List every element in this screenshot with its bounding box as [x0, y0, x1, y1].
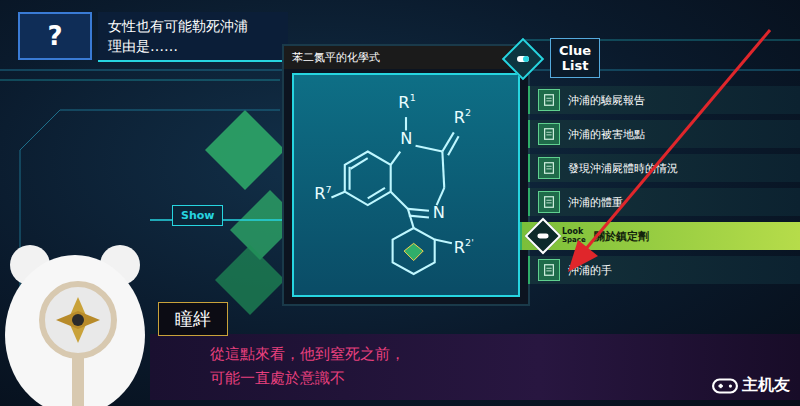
clue-list: ClueList 沖浦的驗屍報告 沖浦的被害地點 發現沖浦屍體時的情況 沖浦的體… [528, 20, 800, 284]
evidence-panel: 苯二氮平的化學式 R1 R2 N N R7 R2' [282, 44, 530, 306]
clue-label: 關於鎮定劑 [594, 229, 649, 244]
formula-label: R1 [398, 92, 415, 112]
chemical-structure: R1 R2 N N R7 R2' [306, 75, 506, 295]
evidence-title: 苯二氮平的化學式 [284, 46, 528, 69]
document-icon [538, 89, 560, 111]
dialogue-box: 從這點來看，他到窒死之前，可能一直處於意識不 [150, 334, 800, 400]
watermark: 主机友 [712, 375, 790, 396]
clue-item[interactable]: 沖浦的體重 [528, 188, 800, 216]
look-label: Look [562, 227, 586, 236]
clue-list-header: ClueList [528, 20, 800, 78]
formula-label: R2' [454, 237, 474, 257]
formula-label: R2 [454, 107, 471, 127]
green-diamond [205, 110, 285, 190]
clue-items: 沖浦的驗屍報告 沖浦的被害地點 發現沖浦屍體時的情況 沖浦的體重 Look Sp… [528, 86, 800, 284]
dialogue-line: 從這點來看，他到窒死之前， [210, 342, 780, 366]
look-badge[interactable]: Look Space [530, 223, 586, 249]
clue-list-title: ClueList [550, 38, 600, 78]
question-line: 理由是…… [108, 36, 278, 56]
game-screen: ? 女性也有可能勒死沖浦理由是…… Show 苯二氮平的化學式 R1 R2 N N R7… [0, 0, 800, 406]
gamepad-icon [712, 377, 738, 395]
document-icon [538, 259, 560, 281]
formula-view: R1 R2 N N R7 R2' [292, 73, 520, 297]
clue-item[interactable]: 沖浦的手 [528, 256, 800, 284]
question-text: 女性也有可能勒死沖浦理由是…… [98, 12, 288, 62]
clue-label: 沖浦的驗屍報告 [568, 93, 645, 108]
clue-item[interactable]: 發現沖浦屍體時的情況 [528, 154, 800, 182]
show-button[interactable]: Show [172, 205, 223, 226]
look-key: Space [562, 236, 586, 245]
question-line: 女性也有可能勒死沖浦 [108, 16, 278, 36]
clue-label: 發現沖浦屍體時的情況 [568, 161, 678, 176]
formula-label: N [400, 129, 412, 148]
question-icon: ? [18, 12, 92, 60]
formula-label: N [433, 203, 445, 222]
clue-label: 沖浦的被害地點 [568, 127, 645, 142]
speaker-nameplate: 瞳絆 [158, 302, 228, 336]
document-icon [538, 157, 560, 179]
formula-label: R7 [314, 184, 331, 204]
mascot-bear [0, 225, 150, 406]
document-icon [538, 123, 560, 145]
document-icon [538, 191, 560, 213]
clue-item[interactable]: 沖浦的被害地點 [528, 120, 800, 148]
question-box: ? 女性也有可能勒死沖浦理由是…… [18, 12, 288, 62]
dialogue-line: 可能一直處於意識不 [210, 366, 780, 390]
clue-item[interactable]: 沖浦的驗屍報告 [528, 86, 800, 114]
clue-label: 沖浦的手 [568, 263, 612, 278]
clue-item[interactable]: Look Space 關於鎮定劑 [520, 222, 800, 250]
clue-label: 沖浦的體重 [568, 195, 623, 210]
capsule-icon [525, 218, 562, 255]
